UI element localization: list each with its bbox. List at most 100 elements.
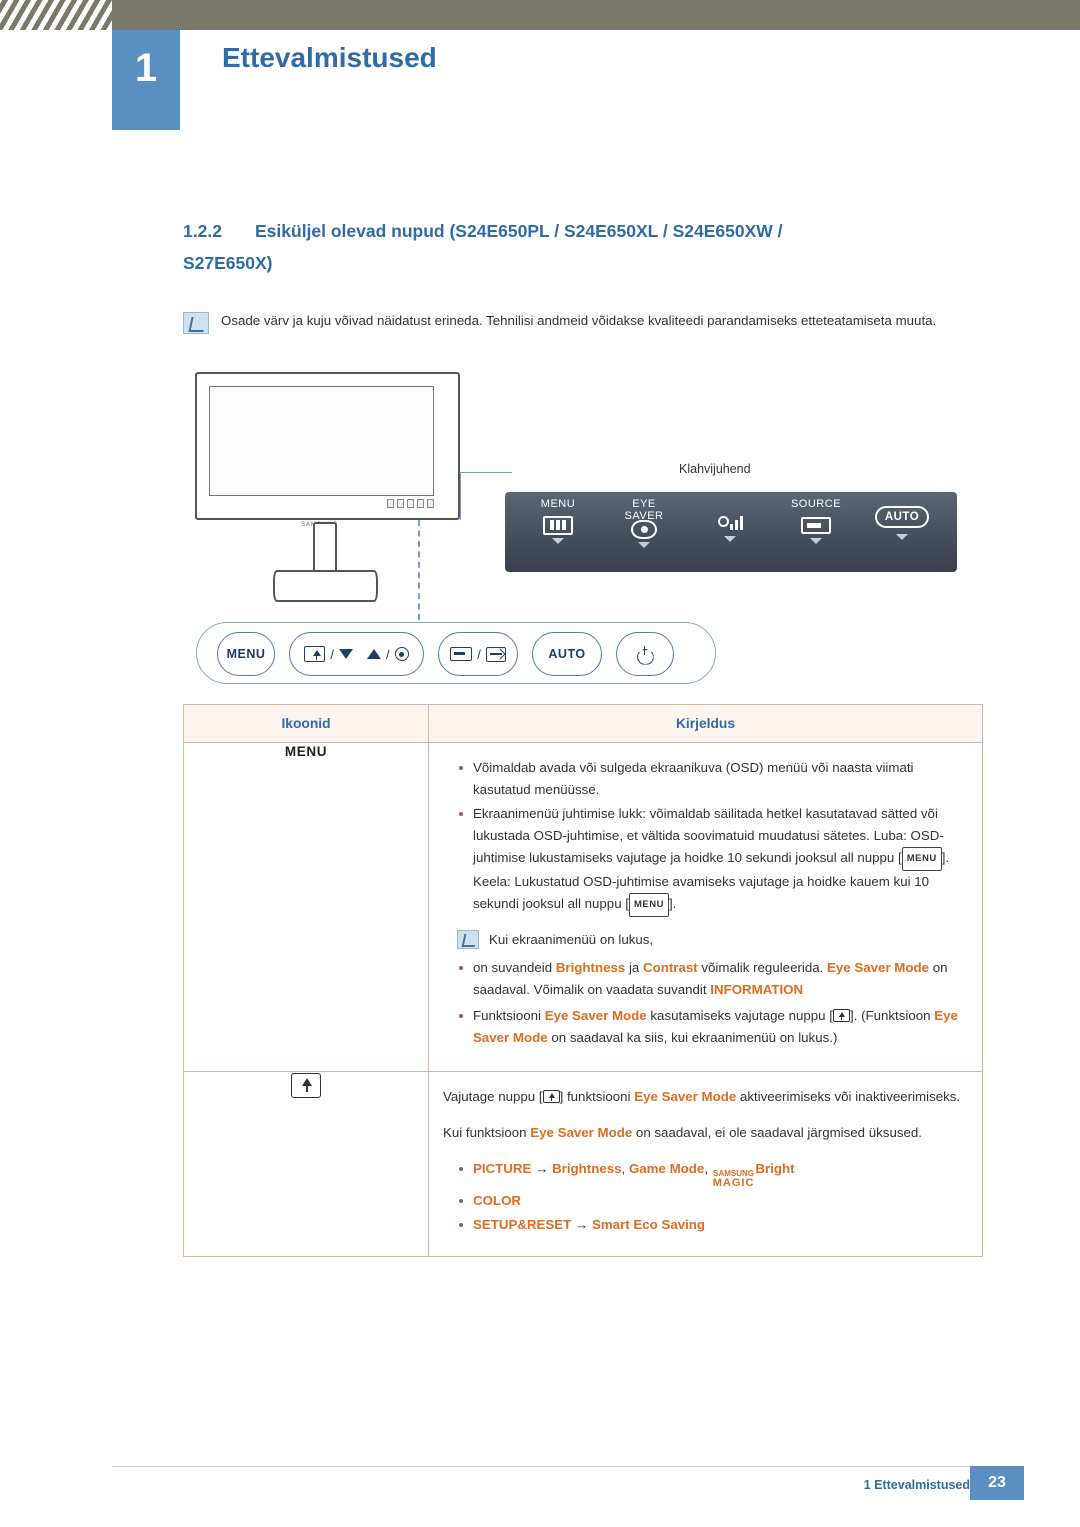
arrow-up-icon (367, 649, 381, 659)
menu-key-glyph: MENU (628, 893, 669, 917)
chevron-down-icon (638, 542, 650, 548)
samsung-magic-logo: SAMSUNG MAGIC (712, 1170, 755, 1189)
note-text: Osade värv ja kuju võivad näidatust erin… (221, 313, 937, 328)
table-row: MENU Võimaldab avada või sulgeda ekraani… (183, 742, 983, 1072)
arrow-separator: → (535, 1161, 549, 1176)
keyword-information: INFORMATION (710, 982, 804, 997)
keyguide-item-brightness (687, 498, 773, 542)
chapter-number-badge: 1 (112, 30, 180, 130)
note-block: Osade värv ja kuju võivad näidatust erin… (183, 310, 983, 334)
menu-path-setup-reset: SETUP&RESET (473, 1217, 572, 1232)
slash-separator: / (330, 646, 334, 662)
menu-button[interactable]: MENU (217, 632, 275, 676)
menu-path-brightness: Brightness (552, 1161, 622, 1176)
eyesaver-unavailable-list: PICTURE → Brightness, Game Mode, SAMSUNG… (443, 1158, 966, 1236)
keyguide-menu-label: MENU (540, 498, 576, 510)
arrow-separator: → (574, 1217, 589, 1232)
footer-page-number: 23 (970, 1466, 1024, 1500)
row-eyesaver-icon-cell (183, 1071, 429, 1257)
keyguide-item-menu: MENU (515, 498, 601, 544)
callout-line-vertical (460, 472, 461, 520)
chevron-down-icon (724, 536, 736, 542)
section-heading: 1.2.2 Esiküljel olevad nupud (S24E650PL /… (183, 215, 983, 279)
source-exit-button[interactable]: / (438, 632, 518, 676)
table-header-row: Ikoonid Kirjeldus (183, 704, 983, 743)
source-icon (799, 514, 833, 536)
menu-subnote-text: Kui ekraanimenüü on lukus, (489, 932, 654, 947)
monitor-stand-base (273, 570, 378, 602)
list-item: Võimaldab avada või sulgeda ekraanikuva … (443, 757, 966, 801)
menu-path-picture: PICTURE (473, 1161, 532, 1176)
eye-saver-arrow-icon (304, 646, 326, 662)
source-icon (450, 647, 473, 661)
chevron-down-icon (810, 538, 822, 544)
callout-dashed-line (418, 520, 420, 620)
table-header-icons: Ikoonid (183, 704, 429, 743)
row-menu-description-cell: Võimaldab avada või sulgeda ekraanikuva … (428, 742, 983, 1072)
section-number: 1.2.2 (183, 221, 222, 241)
auto-icon-text: AUTO (875, 506, 929, 528)
menu-subnote: Kui ekraanimenüü on lukus, (457, 929, 966, 951)
chapter-title: Ettevalmistused (222, 42, 437, 73)
menu-bullet-list: Võimaldab avada või sulgeda ekraanikuva … (443, 757, 966, 917)
eye-saver-down-button[interactable]: / / (289, 632, 424, 676)
slash-separator: / (477, 646, 481, 662)
keyword-brightness: Brightness (555, 960, 626, 975)
monitor-bezel (195, 372, 460, 520)
list-item: PICTURE → Brightness, Game Mode, SAMSUNG… (443, 1158, 966, 1189)
list-item: SETUP&RESET → Smart Eco Saving (443, 1214, 966, 1236)
menu-key-glyph: MENU (901, 847, 942, 871)
menu-path-color: COLOR (473, 1193, 522, 1208)
note-pencil-icon (183, 312, 209, 334)
keyguide-item-source: SOURCE (773, 498, 859, 544)
monitor-screen (209, 386, 434, 496)
list-item: Funktsiooni Eye Saver Mode kasutamiseks … (443, 1005, 966, 1049)
eyesaver-paragraph-2: Kui funktsioon Eye Saver Mode on saadava… (443, 1125, 922, 1140)
auto-button[interactable]: AUTO (532, 632, 602, 676)
samsung-magic-bottom: MAGIC (712, 1177, 755, 1189)
keyword-eye-saver-mode: Eye Saver Mode (530, 1125, 633, 1140)
eye-saver-arrow-icon (832, 1009, 850, 1022)
keyguide-source-label: SOURCE (790, 498, 842, 510)
monitor-front-buttons (387, 496, 437, 510)
enter-dot-icon (394, 647, 409, 661)
monitor-illustration: SAMSUNG (195, 372, 465, 602)
power-button[interactable] (616, 632, 674, 676)
keyguide-caption: Klahvijuhend (679, 462, 751, 476)
arrow-down-icon (339, 649, 353, 659)
auto-icon: AUTO (859, 506, 945, 528)
menu-path-smart-eco-saving: Smart Eco Saving (591, 1217, 706, 1232)
footer-divider (112, 1466, 970, 1467)
section-title-line1: Esiküljel olevad nupud (S24E650PL / S24E… (255, 221, 783, 241)
chevron-down-icon (552, 538, 564, 544)
row-menu-icon-cell: MENU (183, 742, 429, 1072)
keyword-contrast: Contrast (643, 960, 698, 975)
menu-path-bright: Bright (755, 1161, 795, 1176)
osd-key-guide-panel: MENU EYE SAVER SOURCE AUTO (505, 492, 957, 572)
menu-path-game-mode: Game Mode (628, 1161, 705, 1176)
icon-description-table: Ikoonid Kirjeldus MENU Võimaldab avada v… (183, 704, 983, 1257)
power-icon (637, 645, 654, 663)
note-pencil-icon (457, 930, 479, 949)
exit-icon (485, 646, 506, 662)
keyguide-item-eye-saver: EYE SAVER (601, 498, 687, 548)
list-item: Ekraanimenüü juhtimise lukk: võimaldab s… (443, 803, 966, 917)
list-item: COLOR (443, 1190, 966, 1212)
eye-saver-arrow-icon (542, 1090, 560, 1103)
header-stripe-decoration (0, 0, 112, 30)
eye-saver-arrow-icon (291, 1073, 321, 1098)
section-title-line2: S27E650X) (183, 253, 273, 273)
footer-chapter-label: 1 Ettevalmistused (863, 1478, 970, 1492)
callout-line-horizontal (460, 472, 512, 473)
keyguide-eyesaver-label-1: EYE (632, 498, 656, 510)
page-header-bar (0, 0, 1080, 30)
row-eyesaver-description-cell: Vajutage nuppu [] funktsiooni Eye Saver … (428, 1071, 983, 1257)
chevron-down-icon (896, 534, 908, 540)
comma-separator: , (621, 1161, 626, 1176)
table-row: Vajutage nuppu [] funktsiooni Eye Saver … (183, 1071, 983, 1257)
menu-icon (541, 514, 575, 536)
front-button-row-illustration: MENU / / / AUTO (196, 622, 716, 684)
eyesaver-paragraph-1: Vajutage nuppu [] funktsiooni Eye Saver … (443, 1089, 961, 1104)
keyword-eye-saver-mode: Eye Saver Mode (634, 1089, 737, 1104)
keyword-eye-saver-mode: Eye Saver Mode (544, 1008, 647, 1023)
